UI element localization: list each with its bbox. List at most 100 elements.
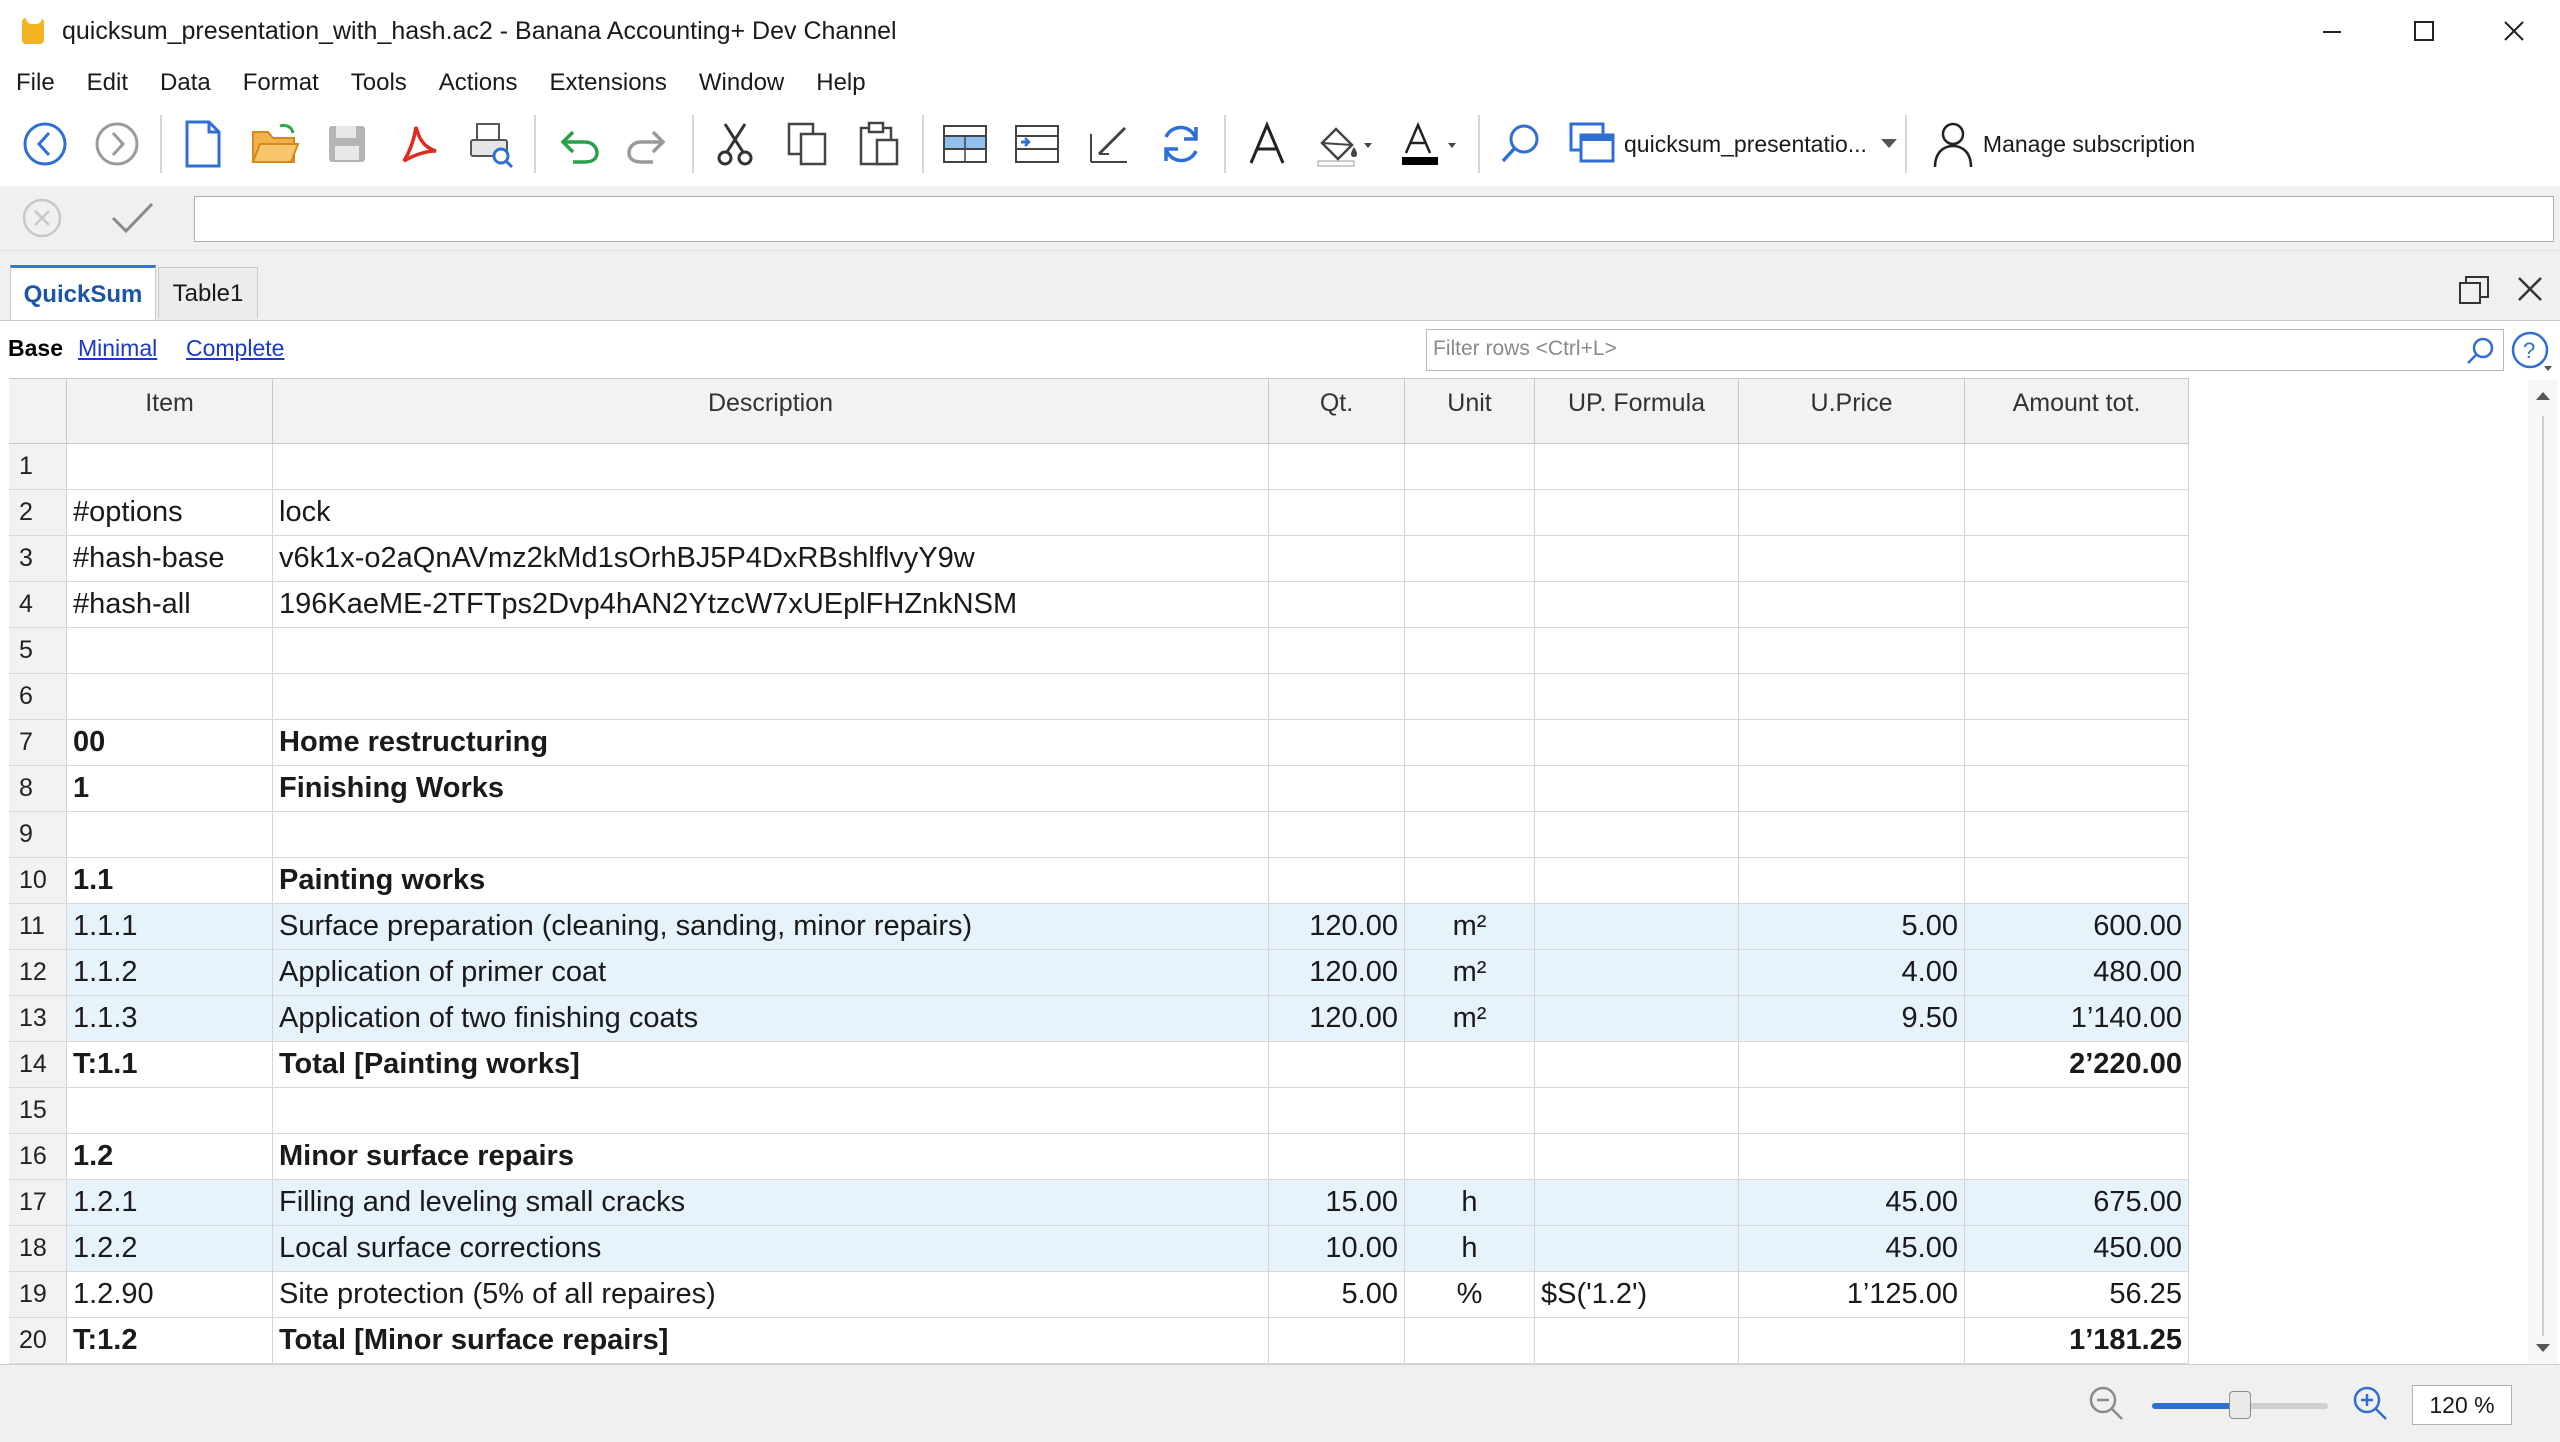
cell-item[interactable]: 00 (67, 720, 273, 765)
cell-qty[interactable]: 5.00 (1269, 1272, 1405, 1317)
cell-unit[interactable] (1405, 766, 1535, 811)
cell-qty[interactable] (1269, 720, 1405, 765)
cell-item[interactable]: 1.1.2 (67, 950, 273, 995)
cell-unit[interactable] (1405, 674, 1535, 719)
row-number[interactable]: 6 (9, 674, 67, 719)
add-rows-button[interactable] (934, 113, 996, 175)
cell-description[interactable] (273, 1088, 1269, 1133)
cell-unit-price[interactable]: 1’125.00 (1739, 1272, 1965, 1317)
cell-unit[interactable]: m² (1405, 996, 1535, 1041)
cell-description[interactable] (273, 444, 1269, 489)
cell-item[interactable]: 1.1 (67, 858, 273, 903)
cell-unit[interactable] (1405, 1134, 1535, 1179)
menu-help[interactable]: Help (812, 69, 869, 97)
maximize-button[interactable] (2378, 0, 2470, 62)
table-row[interactable]: 14 T:1.1 Total [Painting works] 2’220.00 (9, 1042, 2189, 1088)
copy-button[interactable] (776, 113, 838, 175)
cell-unit-price[interactable] (1739, 536, 1965, 581)
row-number[interactable]: 8 (9, 766, 67, 811)
cell-description[interactable]: Home restructuring (273, 720, 1269, 765)
view-complete[interactable]: Complete (186, 335, 284, 362)
table-row[interactable]: 16 1.2 Minor surface repairs (9, 1134, 2189, 1180)
cell-unit-price[interactable]: 9.50 (1739, 996, 1965, 1041)
zoom-out-button[interactable] (2086, 1383, 2126, 1428)
cell-unit-price[interactable] (1739, 812, 1965, 857)
table-row[interactable]: 9 (9, 812, 2189, 858)
row-number[interactable]: 18 (9, 1226, 67, 1271)
table-row[interactable]: 8 1 Finishing Works (9, 766, 2189, 812)
cell-up-formula[interactable] (1535, 766, 1739, 811)
cell-up-formula[interactable] (1535, 444, 1739, 489)
fill-color-button[interactable] (1308, 113, 1382, 175)
row-number[interactable]: 5 (9, 628, 67, 673)
cell-item[interactable]: #hash-all (67, 582, 273, 627)
close-panel-button[interactable] (2516, 275, 2544, 308)
cell-qty[interactable] (1269, 490, 1405, 535)
cell-item[interactable]: T:1.2 (67, 1318, 273, 1363)
cell-up-formula[interactable]: $S('1.2') (1535, 1272, 1739, 1317)
table-row[interactable]: 10 1.1 Painting works (9, 858, 2189, 904)
cell-amount-total[interactable] (1965, 674, 2189, 719)
cell-amount-total[interactable]: 2’220.00 (1965, 1042, 2189, 1087)
cell-amount-total[interactable] (1965, 858, 2189, 903)
file-selector-dropdown[interactable]: quicksum_presentatio... (1562, 113, 1903, 175)
cell-unit-price[interactable] (1739, 1318, 1965, 1363)
cell-amount-total[interactable]: 1’181.25 (1965, 1318, 2189, 1363)
cell-item[interactable]: #hash-base (67, 536, 273, 581)
font-button[interactable] (1236, 113, 1298, 175)
cell-unit[interactable] (1405, 858, 1535, 903)
filter-rows-input[interactable] (1427, 330, 2427, 368)
row-number[interactable]: 19 (9, 1272, 67, 1317)
cell-amount-total[interactable] (1965, 582, 2189, 627)
table-row[interactable]: 15 (9, 1088, 2189, 1134)
cell-up-formula[interactable] (1535, 1180, 1739, 1225)
table-row[interactable]: 1 (9, 444, 2189, 490)
confirm-edit-button[interactable] (110, 200, 154, 241)
row-number[interactable]: 15 (9, 1088, 67, 1133)
cell-unit-price[interactable] (1739, 674, 1965, 719)
cell-amount-total[interactable]: 1’140.00 (1965, 996, 2189, 1041)
row-number[interactable]: 4 (9, 582, 67, 627)
cell-amount-total[interactable] (1965, 720, 2189, 765)
cell-description[interactable]: lock (273, 490, 1269, 535)
table-row[interactable]: 11 1.1.1 Surface preparation (cleaning, sa… (9, 904, 2189, 950)
cell-up-formula[interactable] (1535, 1226, 1739, 1271)
cell-qty[interactable] (1269, 444, 1405, 489)
cell-qty[interactable]: 15.00 (1269, 1180, 1405, 1225)
cell-description[interactable]: Surface preparation (cleaning, sanding, … (273, 904, 1269, 949)
cell-unit[interactable]: % (1405, 1272, 1535, 1317)
move-rows-button[interactable] (1006, 113, 1068, 175)
cut-button[interactable] (704, 113, 766, 175)
cell-unit-price[interactable] (1739, 766, 1965, 811)
vertical-scrollbar[interactable] (2528, 380, 2558, 1364)
cell-qty[interactable]: 120.00 (1269, 950, 1405, 995)
cell-unit[interactable] (1405, 1042, 1535, 1087)
cell-item[interactable] (67, 812, 273, 857)
cell-description[interactable] (273, 628, 1269, 673)
row-number[interactable]: 12 (9, 950, 67, 995)
cell-unit-price[interactable] (1739, 444, 1965, 489)
cell-up-formula[interactable] (1535, 950, 1739, 995)
paste-button[interactable] (848, 113, 910, 175)
cell-item[interactable]: 1.1.3 (67, 996, 273, 1041)
table-row[interactable]: 17 1.2.1 Filling and leveling small cracks… (9, 1180, 2189, 1226)
table-row[interactable]: 7 00 Home restructuring (9, 720, 2189, 766)
cell-unit[interactable]: m² (1405, 904, 1535, 949)
cell-description[interactable]: v6k1x-o2aQnAVmz2kMd1sOrhBJ5P4DxRBshlflvy… (273, 536, 1269, 581)
cell-unit-price[interactable] (1739, 1088, 1965, 1133)
zoom-slider-handle[interactable] (2229, 1391, 2251, 1419)
back-button[interactable] (14, 113, 76, 175)
cell-description[interactable] (273, 812, 1269, 857)
cell-amount-total[interactable] (1965, 490, 2189, 535)
tab-table1[interactable]: Table1 (158, 267, 258, 319)
row-number[interactable]: 1 (9, 444, 67, 489)
cell-amount-total[interactable] (1965, 628, 2189, 673)
row-number[interactable]: 14 (9, 1042, 67, 1087)
cell-up-formula[interactable] (1535, 996, 1739, 1041)
find-button[interactable] (1490, 113, 1552, 175)
cell-description[interactable]: 196KaeME-2TFTps2Dvp4hAN2YtzcW7xUEplFHZnk… (273, 582, 1269, 627)
cell-description[interactable]: Total [Painting works] (273, 1042, 1269, 1087)
cell-item[interactable]: #options (67, 490, 273, 535)
zoom-slider[interactable] (2152, 1391, 2328, 1419)
cell-unit[interactable]: h (1405, 1180, 1535, 1225)
